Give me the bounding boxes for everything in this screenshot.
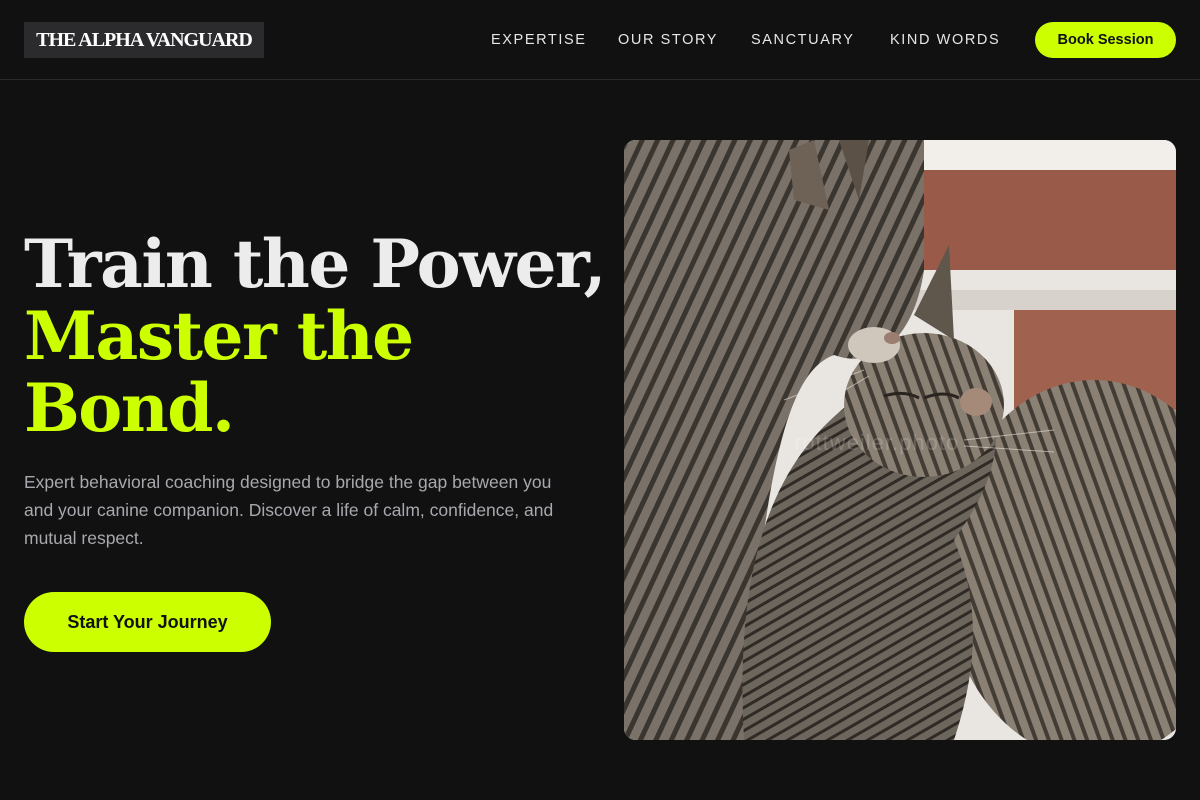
site-header: THE ALPHA VANGUARD EXPERTISE OUR STORY S… xyxy=(0,0,1200,80)
hero-description: Expert behavioral coaching designed to b… xyxy=(24,472,554,548)
site-logo[interactable]: THE ALPHA VANGUARD xyxy=(24,22,264,58)
hero-image-cats: rottweiler.photo xyxy=(624,140,1176,740)
nav-item-kind-words[interactable]: KIND WORDS xyxy=(890,22,1000,58)
hero-headline: Train the Power, Master the Bond. xyxy=(24,225,606,447)
nav-item-our-story[interactable]: OUR STORY xyxy=(618,22,718,58)
start-journey-button[interactable]: Start Your Journey xyxy=(24,592,271,652)
headline-primary: Train the Power, xyxy=(24,225,606,303)
image-watermark: rottweiler.photo xyxy=(794,430,960,455)
nav-item-expertise[interactable]: EXPERTISE xyxy=(491,22,587,58)
book-session-button[interactable]: Book Session xyxy=(1035,22,1176,58)
headline-accent: Master the Bond. xyxy=(24,297,414,447)
nav-item-sanctuary[interactable]: SANCTUARY xyxy=(751,22,855,58)
